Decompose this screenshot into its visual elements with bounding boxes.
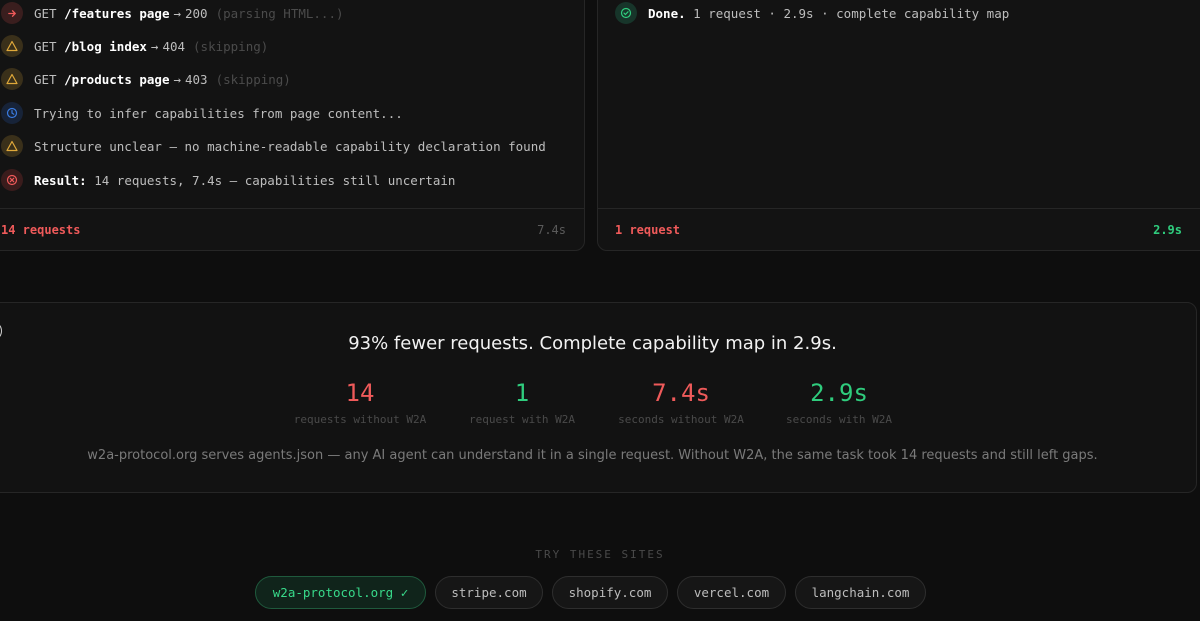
clock-icon [1,102,23,124]
warning-icon [1,35,23,57]
error-circle-icon [1,169,23,191]
log-arrow: → [150,38,159,54]
log-line: GET /blog index → 404 (skipping) [1,34,581,58]
elapsed-time: 7.4s [537,222,566,237]
log-text: Trying to infer capabilities from page c… [34,105,403,121]
site-chip-w2a-protocol[interactable]: w2a-protocol.org ✓ [255,576,426,609]
log-line: Trying to infer capabilities from page c… [1,101,581,125]
warning-icon [1,135,23,157]
log-note: (skipping) [215,71,291,87]
stat-value: 14 [345,379,375,407]
stat-label: requests without W2A [293,413,427,426]
without-w2a-panel: GET /features page → 200 (parsing HTML...… [0,0,585,251]
stat-value: 7.4s [652,379,710,407]
log-note: (parsing HTML...) [215,5,344,21]
log-line: Done. 1 request · 2.9s · complete capabi… [615,1,1195,25]
arrow-right-icon [1,2,23,24]
try-sites-heading: TRY THESE SITES [535,548,665,561]
log-status: 200 [185,5,208,21]
log-label: Done. [648,5,686,21]
log-note: (skipping) [193,38,269,54]
stat-value: 2.9s [810,379,868,407]
request-count: 1 request [615,222,681,237]
stat-label: seconds with W2A [786,413,892,426]
stat-seconds-without: 7.4s seconds without W2A [591,377,771,426]
log-line: Structure unclear — no machine-readable … [1,134,581,158]
log-status: 404 [162,38,186,54]
log-arrow: → [173,71,181,87]
site-chip-vercel[interactable]: vercel.com [677,576,786,609]
comparison-summary: – 93% fewer requests. Complete capabilit… [0,302,1197,493]
with-w2a-panel: Done. 1 request · 2.9s · complete capabi… [597,0,1200,251]
stat-seconds-with: 2.9s seconds with W2A [749,377,929,426]
check-circle-icon [615,2,637,24]
log-text: 1 request · 2.9s · complete capability m… [693,5,1010,21]
site-chip-shopify[interactable]: shopify.com [552,576,668,609]
site-chip-stripe[interactable]: stripe.com [435,576,543,609]
log-line: GET /products page → 403 (skipping) [1,67,581,91]
summary-note: w2a-protocol.org serves agents.json — an… [87,448,1098,463]
log-label: Result: [34,172,87,188]
log-path: /blog index [64,38,147,54]
log-path: /products page [64,71,170,87]
log-text: Structure unclear — no machine-readable … [34,138,546,154]
site-chip-list: w2a-protocol.org ✓ stripe.com shopify.co… [0,576,1200,610]
log-method: GET [34,71,57,87]
log-path: /features page [64,5,170,21]
panel-footer: 14 requests 7.4s [0,208,584,250]
stat-value: 1 [514,379,530,407]
log-status: 403 [185,71,208,87]
stat-label: seconds without W2A [618,413,744,426]
site-chip-langchain[interactable]: langchain.com [795,576,926,609]
log-text: 14 requests, 7.4s — capabilities still u… [94,172,456,188]
warning-icon [1,68,23,90]
log-method: GET [34,38,57,54]
stat-requests-with: 1 request with W2A [432,377,612,426]
log-arrow: → [173,5,181,21]
request-count: 14 requests [1,222,81,237]
elapsed-time: 2.9s [1153,222,1182,237]
panel-footer: 1 request 2.9s [598,208,1200,250]
log-method: GET [34,5,57,21]
stat-label: request with W2A [469,413,575,426]
log-line: Result: 14 requests, 7.4s — capabilities… [1,168,581,192]
summary-headline: 93% fewer requests. Complete capability … [348,333,837,354]
stat-requests-without: 14 requests without W2A [270,377,450,426]
log-line: GET /features page → 200 (parsing HTML...… [1,1,581,25]
